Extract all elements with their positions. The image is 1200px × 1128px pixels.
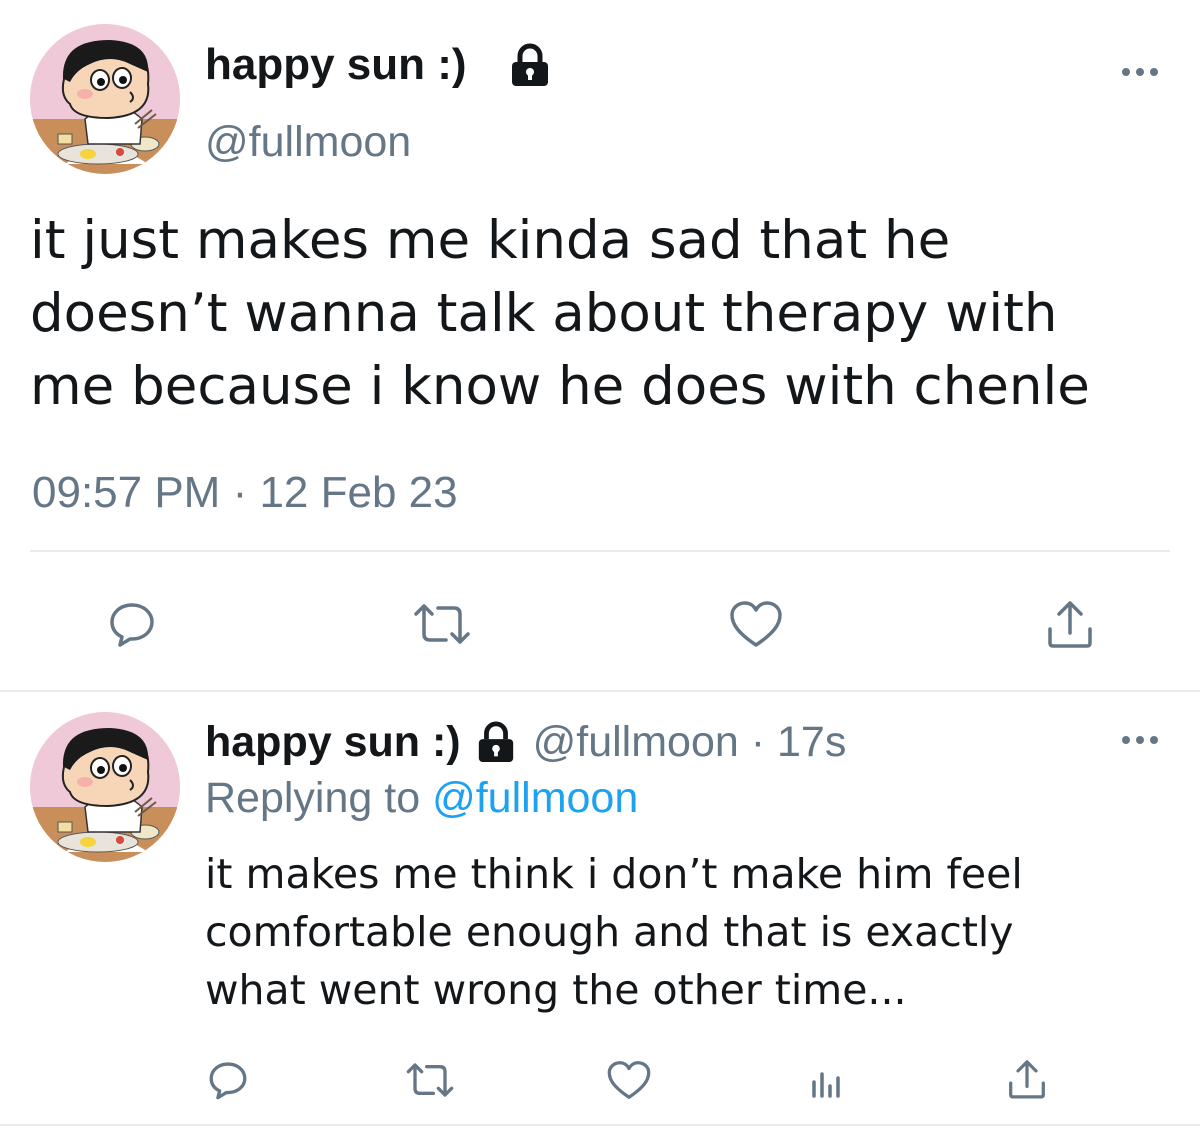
tweet-text-line: it makes me think i don’t make him feel [205, 850, 1023, 898]
tweet-text-line: me because i know he does with chenle [30, 356, 1090, 417]
tweet-time: 09:57 PM [32, 468, 221, 517]
divider [0, 690, 1200, 692]
display-name[interactable]: happy sun :) [205, 718, 461, 767]
share-icon [1009, 1060, 1045, 1099]
retweet-button[interactable] [400, 1056, 460, 1104]
mention-link[interactable]: @fullmoon [432, 774, 638, 822]
share-button[interactable] [1040, 594, 1100, 654]
handle[interactable]: @fullmoon [205, 118, 411, 167]
tweet-date: 12 Feb 23 [259, 468, 458, 517]
tweet-timestamp[interactable]: 09:57 PM · 12 Feb 23 [32, 468, 458, 518]
reply-button[interactable] [104, 596, 160, 652]
handle-and-time[interactable]: @fullmoon · 17s [533, 718, 847, 767]
retweet-button[interactable] [408, 596, 476, 652]
cartoon-avatar-icon [30, 24, 180, 174]
share-button[interactable] [1002, 1054, 1052, 1104]
retweet-icon [406, 1063, 454, 1097]
divider [0, 1124, 1200, 1126]
more-icon[interactable] [1118, 62, 1162, 86]
share-icon [1048, 601, 1092, 648]
heart-icon [607, 1061, 651, 1099]
display-name[interactable]: happy sun :) [205, 40, 467, 90]
timestamp-separator: · [220, 468, 260, 517]
tweet-text: it makes me think i don’t make him feel … [205, 845, 1023, 1019]
like-button[interactable] [604, 1056, 654, 1104]
tweet-text-line: what went wrong the other time... [205, 966, 907, 1014]
tweet-text: it just makes me kinda sad that he doesn… [30, 204, 1190, 423]
analytics-button[interactable] [802, 1056, 850, 1104]
reply-icon [110, 603, 154, 647]
reply-header: happy sun :) @fullmoon · 17s [205, 718, 847, 767]
divider [30, 550, 1170, 552]
reply-icon [209, 1062, 247, 1100]
retweet-icon [414, 604, 470, 644]
reply-button[interactable] [204, 1056, 252, 1104]
replying-to-label: Replying to [205, 774, 433, 822]
replying-to: Replying to @fullmoon [205, 774, 638, 823]
avatar[interactable] [30, 24, 180, 174]
more-icon[interactable] [1118, 730, 1162, 754]
like-button[interactable] [726, 596, 786, 652]
analytics-icon [812, 1072, 840, 1098]
lock-icon [475, 720, 517, 764]
lock-icon [508, 42, 552, 92]
tweet-text-line: doesn’t wanna talk about therapy with [30, 283, 1058, 344]
tweet-text-line: comfortable enough and that is exactly [205, 908, 1014, 956]
heart-icon [730, 601, 782, 647]
avatar[interactable] [30, 712, 180, 862]
tweet-text-line: it just makes me kinda sad that he [30, 210, 951, 271]
cartoon-avatar-icon [30, 712, 180, 862]
